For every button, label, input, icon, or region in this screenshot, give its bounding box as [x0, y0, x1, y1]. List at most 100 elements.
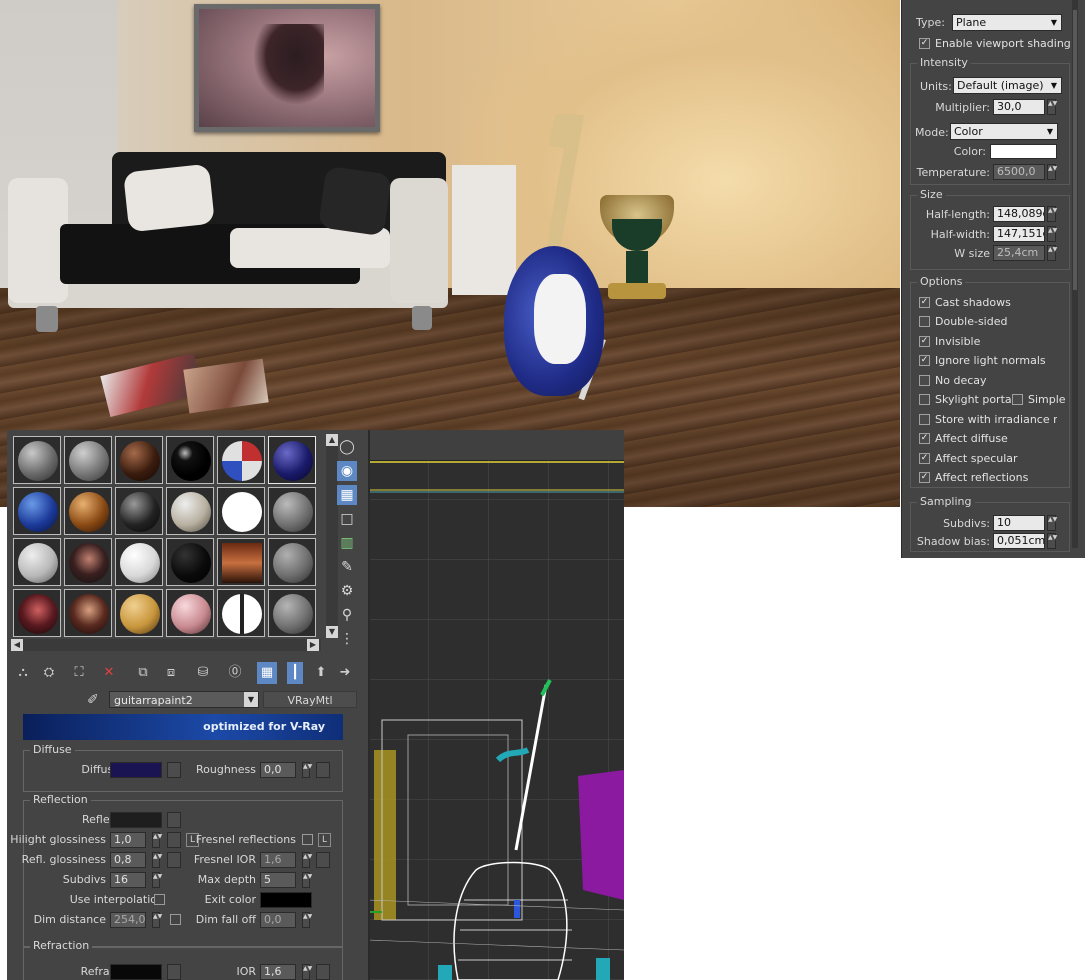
show-end-result-icon[interactable]: ┃ [287, 662, 303, 684]
roughness-map-button[interactable] [316, 762, 330, 778]
affect-specular-checkbox[interactable]: ✓ [919, 453, 930, 464]
fresnel-ior-spinner[interactable]: ▲▼ [302, 852, 312, 868]
affect-reflections-checkbox[interactable]: ✓ [919, 472, 930, 483]
chevron-down-icon[interactable]: ▼ [244, 692, 258, 707]
temperature-spinner[interactable]: ▲▼ [1047, 164, 1057, 180]
make-unique-icon[interactable]: ⧈ [161, 662, 181, 684]
use-interpolation-checkbox[interactable] [154, 894, 165, 905]
roughness-field[interactable]: 0,0 [260, 762, 296, 778]
enable-viewport-shading-checkbox[interactable]: ✓ [919, 38, 930, 49]
material-type-button[interactable]: VRayMtl [263, 691, 357, 708]
max-depth-field[interactable]: 5 [260, 872, 296, 888]
dim-distance-checkbox[interactable] [170, 914, 181, 925]
go-forward-to-sibling-icon[interactable]: ➜ [335, 662, 355, 684]
multiplier-spinner[interactable]: ▲▼ [1047, 99, 1057, 115]
fresnel-lock-button[interactable]: L [318, 833, 331, 847]
simple-checkbox[interactable] [1012, 394, 1023, 405]
w-size-spinner[interactable]: ▲▼ [1047, 245, 1057, 261]
material-slot[interactable] [64, 436, 112, 484]
shadow-bias-field[interactable]: 0,051cm [993, 533, 1045, 549]
exit-color-swatch[interactable] [260, 892, 312, 908]
material-slot[interactable] [64, 487, 112, 535]
half-width-spinner[interactable]: ▲▼ [1047, 226, 1057, 242]
light-color-swatch[interactable] [990, 144, 1057, 159]
reflect-map-button[interactable] [167, 812, 181, 828]
material-slot[interactable] [166, 589, 214, 637]
material-slot[interactable] [115, 487, 163, 535]
material-navigator-icon[interactable]: ⋮ [337, 629, 357, 649]
material-slot[interactable] [13, 487, 61, 535]
refl-glossiness-map-button[interactable] [167, 852, 181, 868]
slots-horizontal-scrollbar[interactable]: ◀ ▶ [11, 639, 321, 651]
refract-map-button[interactable] [167, 964, 181, 980]
material-slot[interactable] [166, 538, 214, 586]
reset-map-icon[interactable]: ✕ [99, 662, 119, 684]
background-checker-icon[interactable]: ▦ [337, 485, 357, 505]
material-slot[interactable] [115, 538, 163, 586]
material-slot[interactable] [13, 589, 61, 637]
diffuse-color-swatch[interactable] [110, 762, 162, 778]
panel-scrollbar[interactable] [1072, 0, 1078, 548]
make-copy-icon[interactable]: ⧉ [133, 662, 153, 684]
cast-shadows-checkbox[interactable]: ✓ [919, 297, 930, 308]
material-slot[interactable] [64, 538, 112, 586]
reflect-color-swatch[interactable] [110, 812, 162, 828]
go-to-parent-icon[interactable]: ⬆ [311, 662, 331, 684]
dim-falloff-field[interactable]: 0,0 [260, 912, 296, 928]
material-slot[interactable] [217, 487, 265, 535]
fresnel-reflections-checkbox[interactable] [302, 834, 313, 845]
half-length-spinner[interactable]: ▲▼ [1047, 206, 1057, 222]
show-map-in-viewport-icon[interactable]: ▦ [257, 662, 277, 684]
type-dropdown[interactable]: Plane ▼ [952, 14, 1062, 31]
assign-to-selection-icon[interactable]: ⛶ [69, 662, 89, 684]
dim-falloff-spinner[interactable]: ▲▼ [302, 912, 312, 928]
material-slot[interactable] [13, 538, 61, 586]
sample-type-icon[interactable]: ◯ [337, 437, 357, 457]
material-slot[interactable] [217, 538, 265, 586]
ior-field[interactable]: 1,6 [260, 964, 296, 980]
light-subdivs-spinner[interactable]: ▲▼ [1047, 515, 1057, 531]
video-color-check-icon[interactable]: ▥ [337, 533, 357, 553]
roughness-spinner[interactable]: ▲▼ [302, 762, 312, 778]
material-slot[interactable] [217, 436, 265, 484]
material-slot[interactable] [166, 436, 214, 484]
temperature-field[interactable]: 6500,0 [993, 164, 1045, 180]
subdivs-field[interactable]: 16 [110, 872, 146, 888]
material-slot[interactable] [268, 487, 316, 535]
multiplier-field[interactable]: 30,0 [993, 99, 1045, 115]
hilight-map-button[interactable] [167, 832, 181, 848]
refract-color-swatch[interactable] [110, 964, 162, 980]
options-icon[interactable]: ⚙ [337, 581, 357, 601]
select-by-material-icon[interactable]: ⚲ [337, 605, 357, 625]
material-name-field[interactable]: guitarrapaint2 ▼ [109, 691, 259, 708]
shadow-bias-spinner[interactable]: ▲▼ [1047, 533, 1057, 549]
material-slot[interactable] [166, 487, 214, 535]
ignore-light-normals-checkbox[interactable]: ✓ [919, 355, 930, 366]
no-decay-checkbox[interactable] [919, 375, 930, 386]
units-dropdown[interactable]: Default (image) ▼ [953, 77, 1062, 94]
material-slot-active[interactable] [268, 436, 316, 484]
material-slot[interactable] [115, 589, 163, 637]
hilight-glossiness-field[interactable]: 1,0 [110, 832, 146, 848]
material-slot[interactable] [64, 589, 112, 637]
sample-uv-icon[interactable]: □ [337, 509, 357, 529]
refl-glossiness-spinner[interactable]: ▲▼ [152, 852, 162, 868]
affect-diffuse-checkbox[interactable]: ✓ [919, 433, 930, 444]
perspective-viewport[interactable] [368, 430, 624, 980]
max-depth-spinner[interactable]: ▲▼ [302, 872, 312, 888]
store-irradiance-checkbox[interactable] [919, 414, 930, 425]
hilight-glossiness-spinner[interactable]: ▲▼ [152, 832, 162, 848]
put-to-library-icon[interactable]: ⛁ [193, 662, 213, 684]
get-material-icon[interactable]: ⛬ [13, 662, 33, 684]
eyedropper-icon[interactable]: ✐ [87, 692, 99, 708]
ior-map-button[interactable] [316, 964, 330, 980]
mode-dropdown[interactable]: Color ▼ [950, 123, 1058, 140]
put-to-scene-icon[interactable]: ⛭ [39, 662, 59, 684]
double-sided-checkbox[interactable] [919, 316, 930, 327]
diffuse-map-button[interactable] [167, 762, 181, 778]
backlight-icon[interactable]: ◉ [337, 461, 357, 481]
ior-spinner[interactable]: ▲▼ [302, 964, 312, 980]
scroll-left-icon[interactable]: ◀ [11, 639, 23, 651]
skylight-portal-checkbox[interactable] [919, 394, 930, 405]
material-slot[interactable] [268, 538, 316, 586]
